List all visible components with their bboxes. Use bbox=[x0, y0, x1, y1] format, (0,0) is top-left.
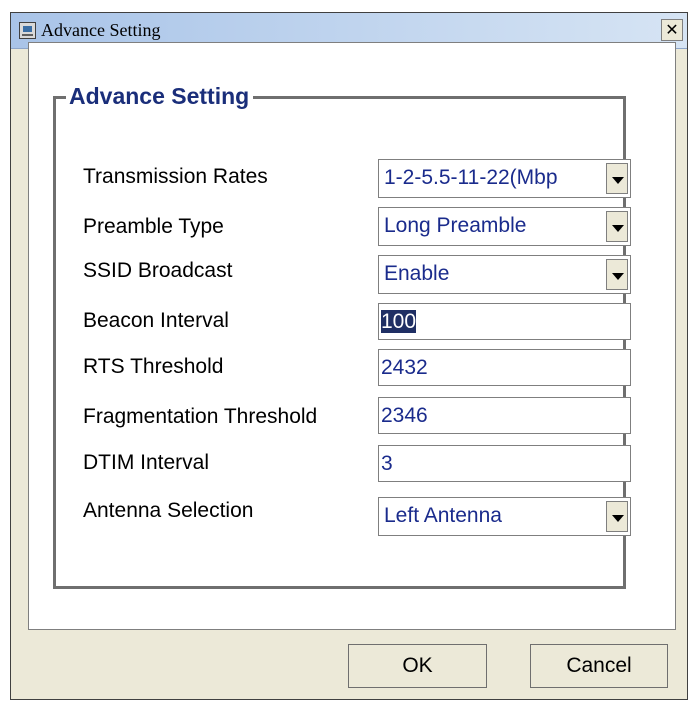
preamble-type-value: Long Preamble bbox=[384, 214, 527, 237]
ssid-broadcast-label: SSID Broadcast bbox=[83, 259, 233, 282]
transmission-rates-select[interactable]: 1-2-5.5-11-22(Mbp bbox=[378, 159, 631, 198]
window-title: Advance Setting bbox=[41, 20, 161, 40]
preamble-type-label: Preamble Type bbox=[83, 215, 224, 238]
advance-setting-group: Advance Setting Transmission Rates 1-2-5… bbox=[53, 83, 631, 589]
ssid-broadcast-value: Enable bbox=[384, 262, 450, 285]
rts-threshold-value: 2432 bbox=[381, 356, 428, 379]
dtim-interval-input[interactable]: 3 bbox=[378, 445, 631, 482]
beacon-interval-label: Beacon Interval bbox=[83, 309, 229, 332]
ok-button[interactable]: OK bbox=[348, 644, 487, 688]
antenna-selection-label: Antenna Selection bbox=[83, 499, 254, 522]
cancel-button[interactable]: Cancel bbox=[530, 644, 668, 688]
rts-threshold-label: RTS Threshold bbox=[83, 355, 224, 378]
chevron-down-icon[interactable] bbox=[606, 501, 628, 532]
chevron-down-icon[interactable] bbox=[606, 211, 628, 242]
close-button[interactable]: ✕ bbox=[661, 19, 683, 41]
group-title: Advance Setting bbox=[66, 83, 254, 110]
antenna-selection-value: Left Antenna bbox=[384, 504, 502, 527]
preamble-type-select[interactable]: Long Preamble bbox=[378, 207, 631, 246]
dtim-interval-label: DTIM Interval bbox=[83, 451, 210, 474]
beacon-interval-value: 100 bbox=[381, 310, 417, 333]
fragmentation-threshold-value: 2346 bbox=[381, 404, 428, 427]
transmission-rates-label: Transmission Rates bbox=[83, 165, 268, 188]
rts-threshold-input[interactable]: 2432 bbox=[378, 349, 631, 386]
chevron-down-icon[interactable] bbox=[606, 163, 628, 194]
dtim-interval-value: 3 bbox=[381, 452, 393, 475]
chevron-down-icon[interactable] bbox=[606, 259, 628, 290]
beacon-interval-input[interactable]: 100 bbox=[378, 303, 631, 340]
transmission-rates-value: 1-2-5.5-11-22(Mbp bbox=[384, 166, 558, 189]
advance-setting-dialog: Advance Setting ✕ Advance Setting Transm… bbox=[10, 12, 688, 700]
content-panel: Advance Setting Transmission Rates 1-2-5… bbox=[28, 42, 676, 630]
ssid-broadcast-select[interactable]: Enable bbox=[378, 255, 631, 294]
app-icon bbox=[19, 22, 36, 39]
fragmentation-threshold-input[interactable]: 2346 bbox=[378, 397, 631, 434]
fragmentation-threshold-label: Fragmentation Threshold bbox=[83, 405, 318, 428]
antenna-selection-select[interactable]: Left Antenna bbox=[378, 497, 631, 536]
